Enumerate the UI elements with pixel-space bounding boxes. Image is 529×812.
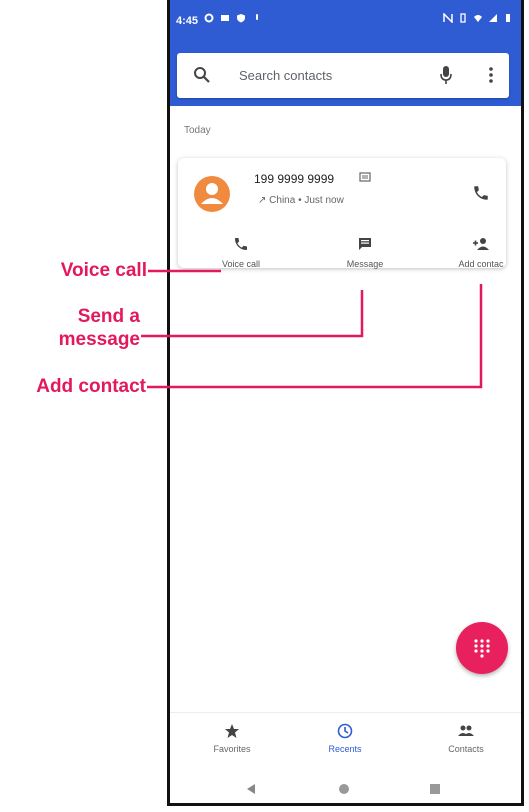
message-leader xyxy=(141,290,364,338)
callout-leader-lines xyxy=(141,269,483,389)
